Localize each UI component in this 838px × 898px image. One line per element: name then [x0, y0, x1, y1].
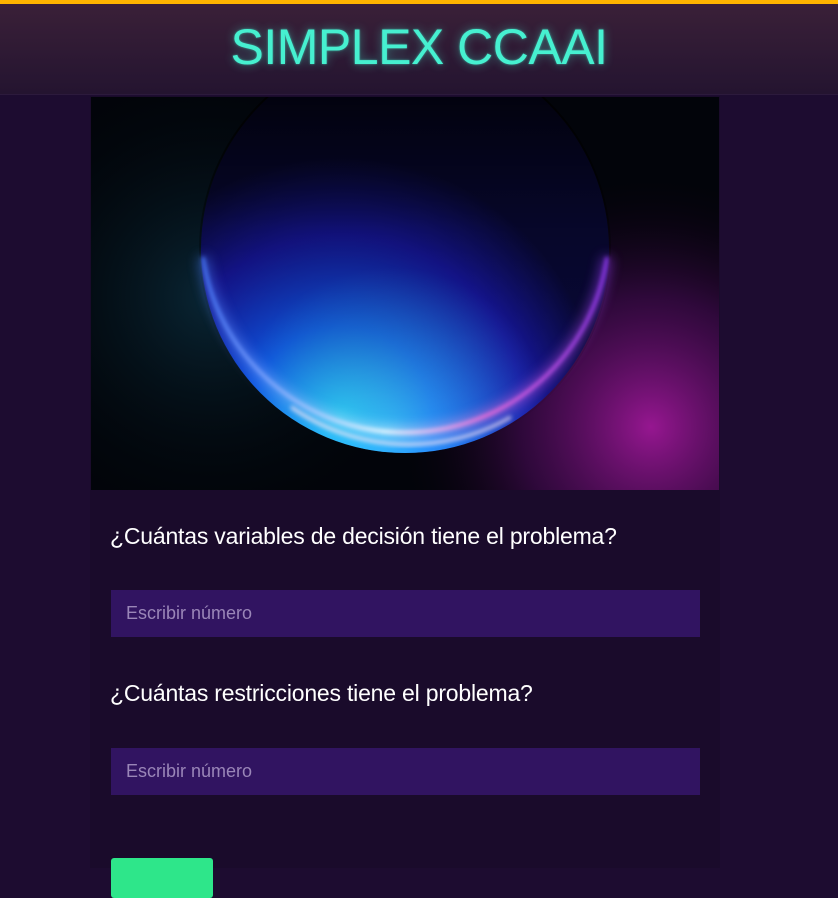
- submit-button[interactable]: [111, 858, 213, 898]
- variables-question-label: ¿Cuántas variables de decisión tiene el …: [110, 523, 617, 549]
- page-header: SIMPLEX CCAAI: [0, 4, 838, 95]
- variables-count-input[interactable]: [111, 590, 700, 637]
- constraints-count-input[interactable]: [111, 748, 700, 795]
- glowing-sphere-image: [91, 97, 719, 490]
- page-title: SIMPLEX CCAAI: [230, 19, 608, 75]
- constraints-question-label: ¿Cuántas restricciones tiene el problema…: [110, 680, 533, 706]
- form-card: ¿Cuántas variables de decisión tiene el …: [90, 96, 720, 898]
